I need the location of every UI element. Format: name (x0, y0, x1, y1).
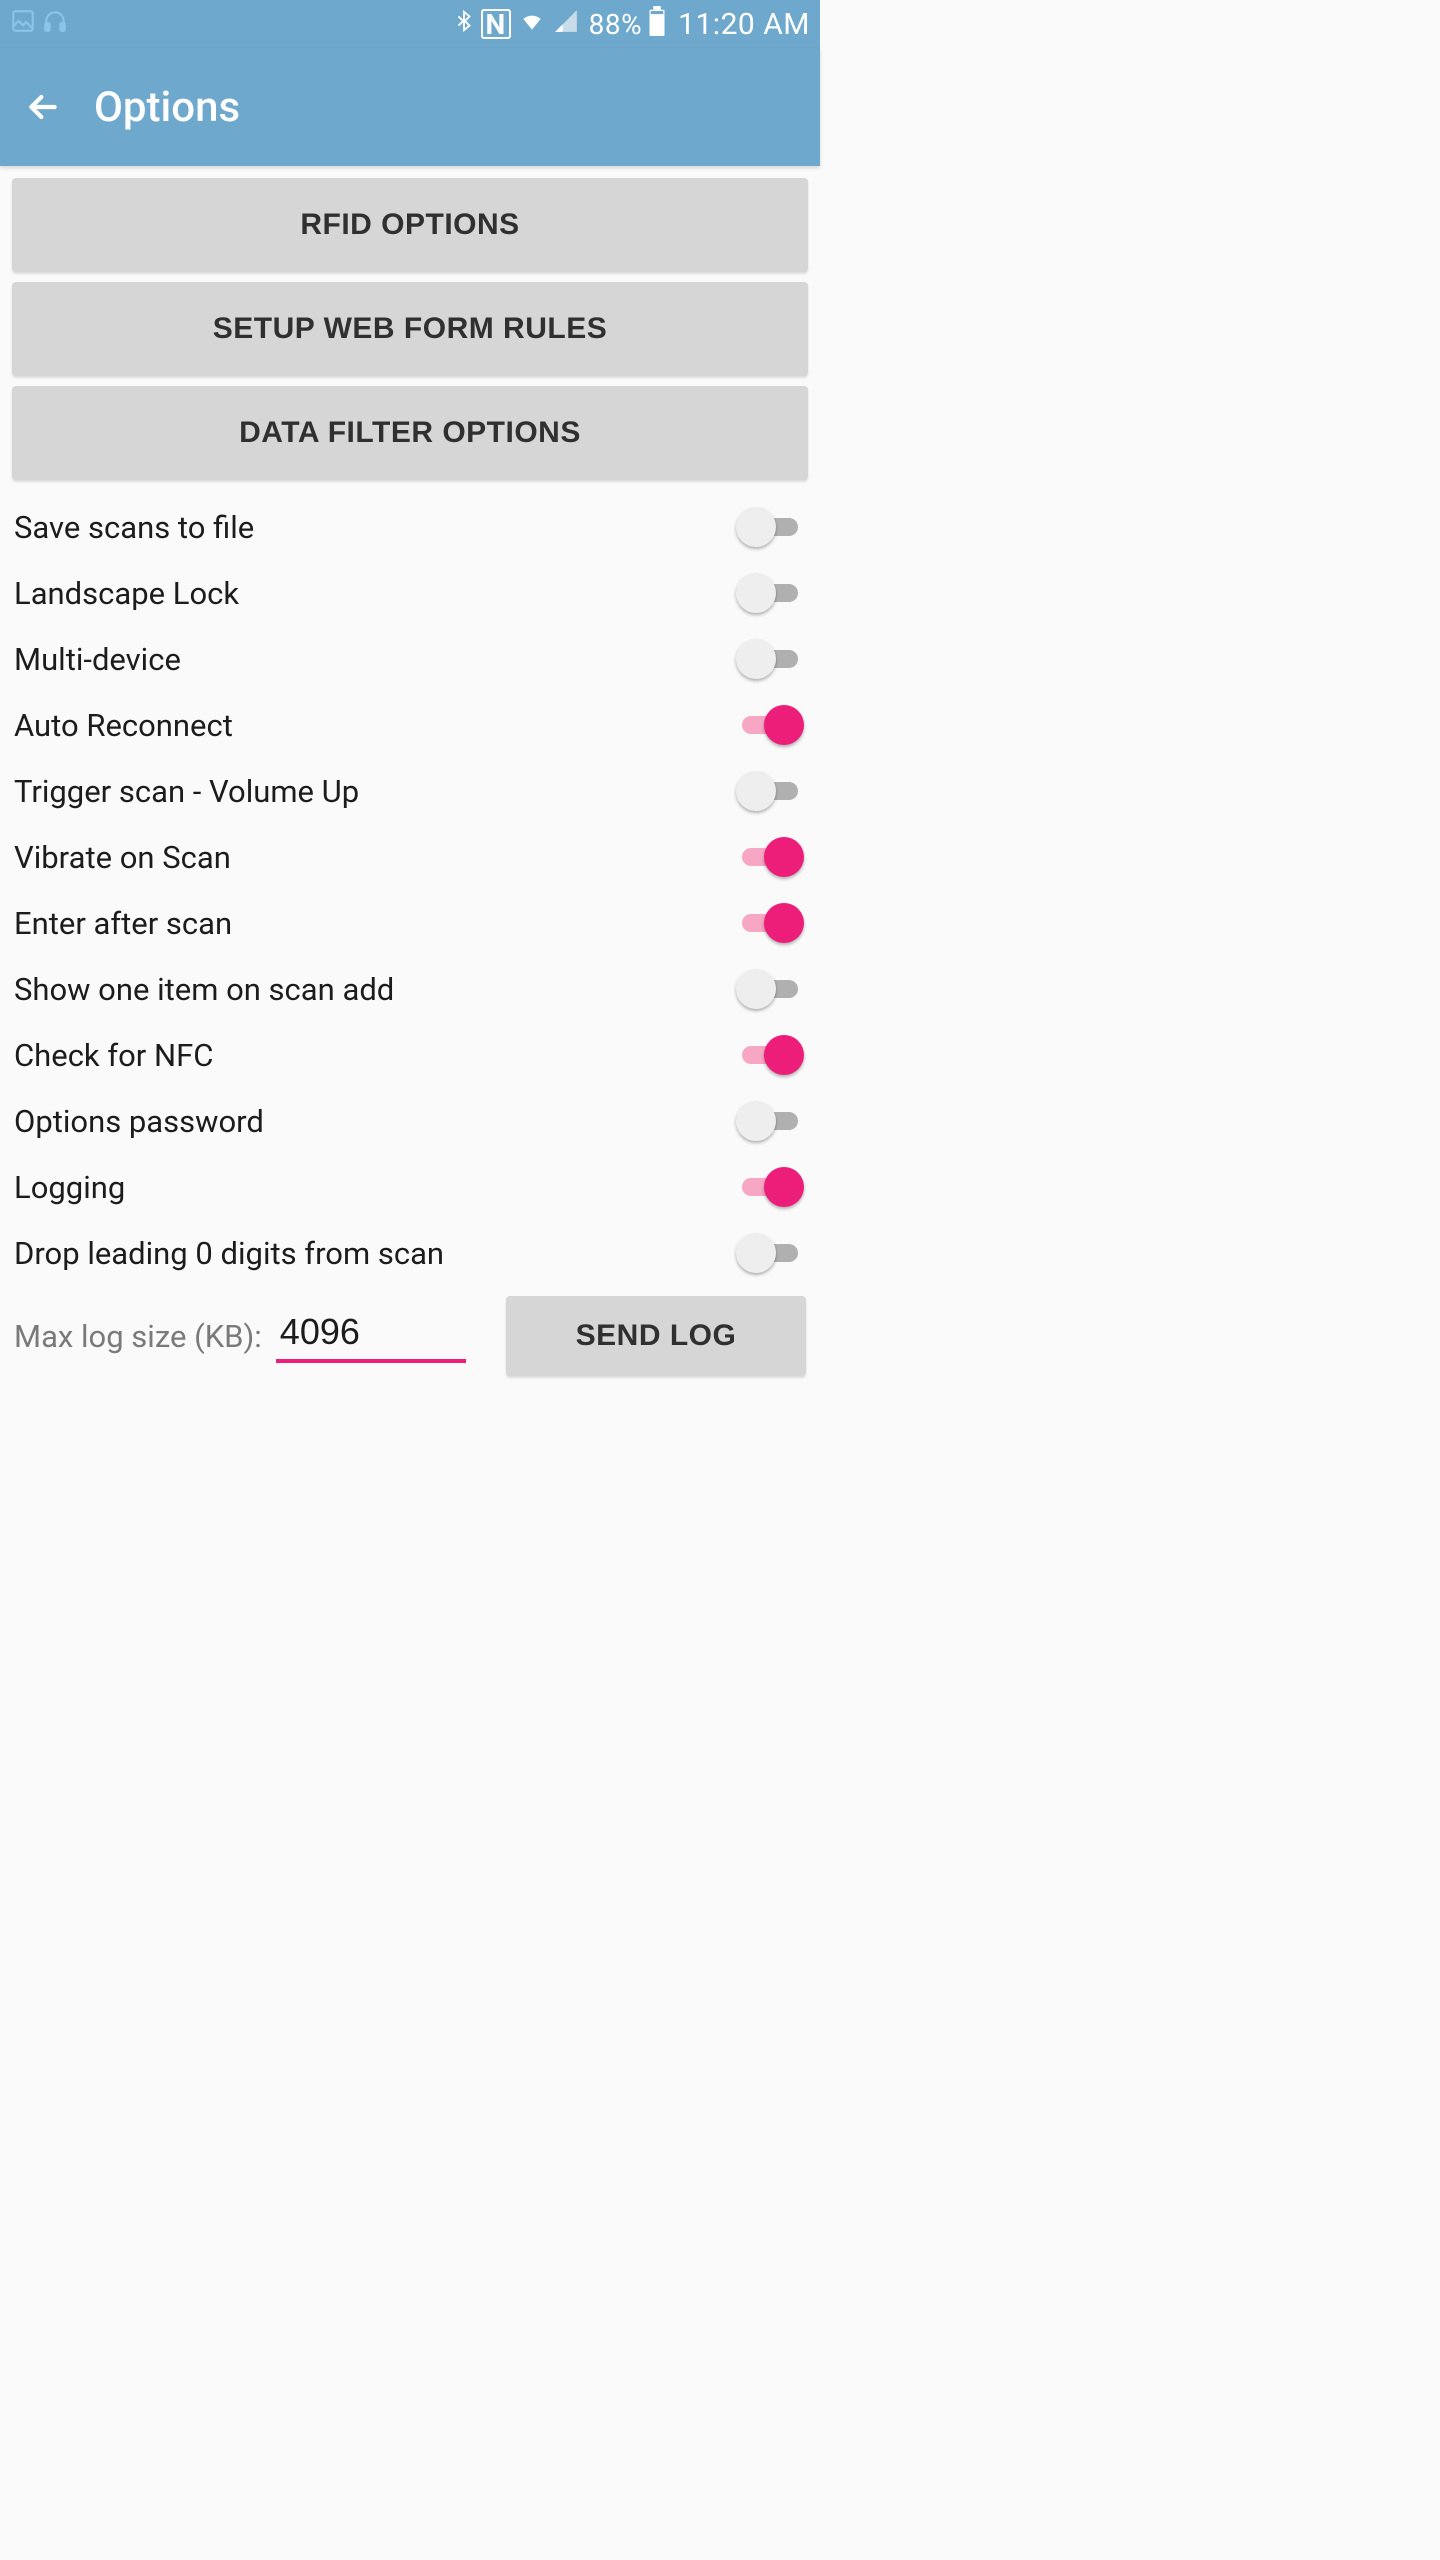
toggle-switch[interactable] (736, 969, 804, 1009)
toggle-switch[interactable] (736, 771, 804, 811)
toggle-switch[interactable] (736, 1167, 804, 1207)
switch-thumb (736, 639, 776, 679)
option-row: Check for NFC (12, 1022, 808, 1088)
setup-web-form-rules-button[interactable]: SETUP WEB FORM RULES (12, 282, 808, 376)
toggle-switch[interactable] (736, 1101, 804, 1141)
switch-thumb (764, 705, 804, 745)
bluetooth-icon (453, 7, 475, 42)
option-row: Auto Reconnect (12, 692, 808, 758)
switch-thumb (736, 507, 776, 547)
toggle-switch[interactable] (736, 903, 804, 943)
option-label: Trigger scan - Volume Up (14, 773, 359, 810)
app-bar: Options (0, 48, 820, 166)
option-label: Show one item on scan add (14, 971, 394, 1008)
headphones-icon (42, 8, 68, 41)
option-row: Show one item on scan add (12, 956, 808, 1022)
send-log-button[interactable]: SEND LOG (506, 1296, 806, 1376)
wifi-icon (517, 8, 547, 41)
max-log-size-label: Max log size (KB): (14, 1318, 262, 1355)
status-right-icons: N 88% 11:20 AM (453, 6, 810, 43)
cell-signal-icon (553, 8, 579, 41)
switch-thumb (736, 573, 776, 613)
option-row: Enter after scan (12, 890, 808, 956)
option-row: Drop leading 0 digits from scan (12, 1220, 808, 1286)
status-clock: 11:20 AM (678, 7, 810, 42)
nfc-icon: N (481, 9, 511, 39)
data-filter-options-button[interactable]: DATA FILTER OPTIONS (12, 386, 808, 480)
rfid-options-button[interactable]: RFID OPTIONS (12, 178, 808, 272)
option-label: Drop leading 0 digits from scan (14, 1235, 444, 1272)
max-log-size-input[interactable] (276, 1309, 466, 1363)
switch-thumb (764, 837, 804, 877)
switch-thumb (764, 903, 804, 943)
option-row: Save scans to file (12, 494, 808, 560)
gallery-icon (10, 8, 36, 41)
option-label: Auto Reconnect (14, 707, 233, 744)
switch-thumb (764, 1035, 804, 1075)
toggle-switch[interactable] (736, 1035, 804, 1075)
option-row: Vibrate on Scan (12, 824, 808, 890)
toggle-switch[interactable] (736, 1233, 804, 1273)
option-row: Landscape Lock (12, 560, 808, 626)
option-row: Logging (12, 1154, 808, 1220)
option-label: Enter after scan (14, 905, 232, 942)
toggle-switch[interactable] (736, 639, 804, 679)
option-label: Vibrate on Scan (14, 839, 231, 876)
toggle-switch[interactable] (736, 705, 804, 745)
option-list: Save scans to file Landscape Lock Multi-de… (12, 490, 808, 1286)
switch-thumb (736, 771, 776, 811)
toggle-switch[interactable] (736, 507, 804, 547)
battery-percent: 88% (589, 8, 642, 41)
max-log-row: Max log size (KB): SEND LOG (12, 1286, 808, 1376)
page-title: Options (94, 83, 240, 132)
switch-thumb (736, 1233, 776, 1273)
option-label: Logging (14, 1169, 125, 1206)
option-label: Landscape Lock (14, 575, 239, 612)
option-row: Multi-device (12, 626, 808, 692)
back-button[interactable] (20, 84, 66, 130)
status-bar: N 88% 11:20 AM (0, 0, 820, 48)
option-label: Save scans to file (14, 509, 254, 546)
content-area: RFID OPTIONS SETUP WEB FORM RULES DATA F… (0, 166, 820, 1388)
option-row: Options password (12, 1088, 808, 1154)
option-label: Options password (14, 1103, 264, 1140)
toggle-switch[interactable] (736, 573, 804, 613)
switch-thumb (736, 969, 776, 1009)
switch-thumb (736, 1101, 776, 1141)
option-row: Trigger scan - Volume Up (12, 758, 808, 824)
option-label: Multi-device (14, 641, 181, 678)
option-label: Check for NFC (14, 1037, 213, 1074)
toggle-switch[interactable] (736, 837, 804, 877)
status-left-icons (10, 8, 68, 41)
switch-thumb (764, 1167, 804, 1207)
battery-icon (648, 6, 666, 43)
